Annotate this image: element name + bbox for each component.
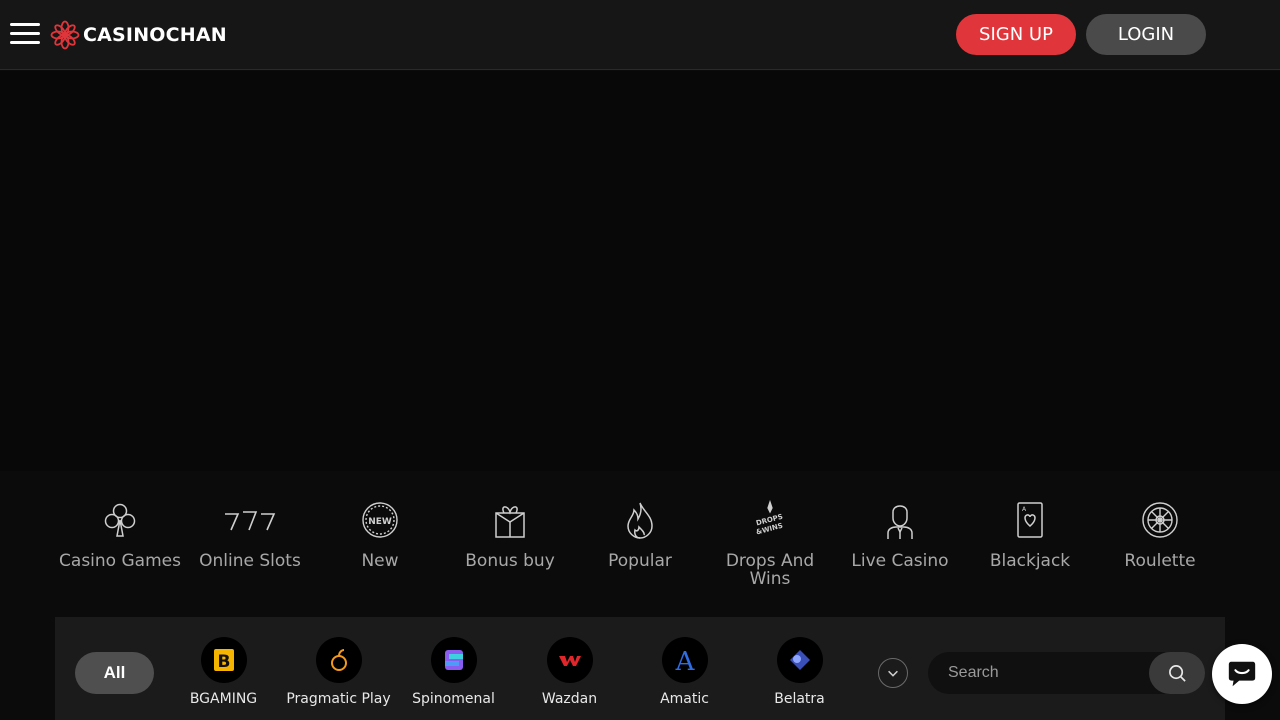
category-label: Online Slots: [199, 551, 301, 571]
sign-up-button[interactable]: SIGN UP: [956, 14, 1076, 55]
svg-text:NEW: NEW: [368, 517, 392, 527]
category-roulette[interactable]: Roulette: [1095, 500, 1225, 600]
amatic-logo-icon: A: [661, 637, 708, 683]
belatra-logo-icon: [776, 637, 823, 683]
category-label: Casino Games: [59, 551, 181, 571]
site-logo[interactable]: CASINOCHAN: [50, 19, 227, 51]
provider-name: Belatra: [774, 691, 825, 707]
category-new[interactable]: NEW New: [315, 500, 445, 600]
search-input[interactable]: [928, 652, 1158, 694]
club-icon: [104, 503, 136, 537]
category-blackjack[interactable]: A Blackjack: [965, 500, 1095, 600]
category-online-slots[interactable]: Online Slots: [185, 500, 315, 600]
provider-amatic[interactable]: A Amatic: [627, 637, 742, 707]
expand-providers-button[interactable]: [878, 658, 908, 688]
svg-text:A: A: [674, 647, 695, 675]
login-button[interactable]: LOGIN: [1086, 14, 1206, 55]
gift-box-icon: [495, 506, 525, 538]
new-badge-icon: NEW: [362, 502, 398, 538]
provider-name: Pragmatic Play: [286, 691, 391, 707]
category-casino-games[interactable]: Casino Games: [55, 500, 185, 600]
svg-text:B: B: [217, 652, 230, 672]
flame-icon: [627, 502, 653, 539]
provider-bgaming[interactable]: B BGAMING: [166, 637, 281, 707]
playing-card-icon: A: [1017, 502, 1043, 538]
provider-pragmatic-play[interactable]: Pragmatic Play: [281, 637, 396, 707]
provider-spinomenal[interactable]: Spinomenal: [396, 637, 511, 707]
flower-logo-icon: [50, 20, 80, 50]
provider-belatra[interactable]: Belatra: [742, 637, 857, 707]
provider-name: Amatic: [660, 691, 709, 707]
category-bar: Casino Games Online Slots NEW New Bonus …: [55, 500, 1225, 600]
top-header: CASINOCHAN SIGN UP LOGIN: [0, 0, 1280, 70]
provider-name: Spinomenal: [412, 691, 495, 707]
category-live-casino[interactable]: Live Casino: [835, 500, 965, 600]
hamburger-menu-icon[interactable]: [10, 23, 40, 45]
search-box: [928, 652, 1205, 694]
triple-seven-icon: [225, 511, 276, 531]
category-label: Roulette: [1124, 551, 1196, 571]
all-providers-button[interactable]: All: [75, 652, 154, 694]
search-icon: [1168, 664, 1186, 682]
category-label: Blackjack: [989, 551, 1071, 571]
dealer-icon: [887, 505, 913, 539]
category-label: Bonus buy: [465, 551, 555, 571]
bgaming-logo-icon: B: [200, 637, 247, 683]
svg-text:A: A: [1022, 506, 1027, 513]
search-button[interactable]: [1149, 652, 1205, 694]
chevron-down-icon: [888, 670, 898, 677]
roulette-icon: [1142, 502, 1178, 538]
category-label: Drops And Wins: [725, 551, 815, 589]
live-chat-button[interactable]: [1212, 644, 1272, 704]
category-popular[interactable]: Popular: [575, 500, 705, 600]
hero-banner: [0, 71, 1280, 471]
provider-name: BGAMING: [189, 691, 258, 707]
provider-name: Wazdan: [541, 691, 598, 707]
provider-bar: All B BGAMING Pragmatic Play Spinomenal …: [55, 617, 1225, 720]
category-bonus-buy[interactable]: Bonus buy: [445, 500, 575, 600]
spinomenal-logo-icon: [430, 637, 477, 683]
category-label: New: [361, 551, 399, 571]
category-drops-and-wins[interactable]: DROPS &WINS Drops And Wins: [705, 500, 835, 600]
drops-wins-icon: DROPS &WINS: [755, 500, 784, 536]
provider-wazdan[interactable]: Wazdan: [512, 637, 627, 707]
pragmatic-logo-icon: [315, 637, 362, 683]
logo-text: CASINOCHAN: [83, 24, 227, 46]
wazdan-logo-icon: [546, 637, 593, 683]
chat-bubble-icon: [1228, 661, 1256, 687]
category-label: Live Casino: [851, 551, 949, 571]
category-label: Popular: [608, 551, 672, 571]
